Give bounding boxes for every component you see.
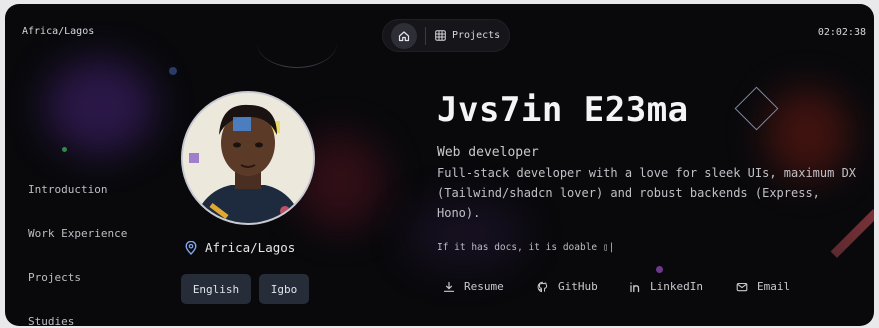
email-link[interactable]: Email [736, 280, 806, 293]
profile-location: Africa/Lagos [185, 240, 295, 255]
avatar [181, 91, 315, 225]
hero-name: Jvs7in E23ma [437, 90, 689, 130]
linkedin-label: LinkedIn [650, 280, 703, 293]
home-button[interactable] [391, 22, 417, 49]
language-chip-igbo: Igbo [259, 274, 309, 304]
resume-link[interactable]: Resume [443, 280, 537, 293]
language-chip-english: English [181, 274, 251, 304]
sidebar-item-work-experience[interactable]: Work Experience [28, 227, 127, 240]
linkedin-icon [629, 281, 641, 293]
github-label: GitHub [558, 280, 598, 293]
background-glow [45, 59, 155, 154]
hero-tagline: If it has docs, it is doable ▯| [437, 242, 615, 253]
top-nav: Projects [382, 19, 510, 52]
hero-role: Web developer [437, 145, 539, 160]
social-links: Resume GitHub LinkedIn Email [443, 280, 806, 293]
portfolio-page: Africa/Lagos Projects 02:02:38 Introduct… [5, 4, 874, 326]
download-icon [443, 281, 455, 293]
github-link[interactable]: GitHub [537, 280, 629, 293]
home-icon [398, 30, 410, 42]
decorative-dot [656, 266, 663, 273]
mail-icon [736, 281, 748, 293]
sidebar-item-studies[interactable]: Studies [28, 315, 74, 326]
email-label: Email [757, 280, 791, 293]
decorative-arc [257, 18, 337, 68]
profile-location-label: Africa/Lagos [205, 240, 296, 255]
linkedin-link[interactable]: LinkedIn [629, 280, 736, 293]
github-icon [537, 281, 549, 293]
decorative-dot [62, 147, 67, 152]
resume-label: Resume [464, 280, 504, 293]
nav-divider [425, 26, 426, 45]
decorative-dot [169, 67, 177, 75]
hero-bio: Full-stack developer with a love for sle… [437, 166, 857, 220]
sidebar-item-introduction[interactable]: Introduction [28, 183, 107, 196]
nav-projects-label: Projects [452, 30, 501, 41]
nav-projects-link[interactable]: Projects [435, 30, 500, 41]
header-location: Africa/Lagos [22, 26, 95, 37]
grid-icon [435, 30, 446, 41]
header-clock: 02:02:38 [817, 27, 866, 38]
sidebar-item-projects[interactable]: Projects [28, 271, 81, 284]
map-pin-icon [185, 240, 197, 255]
decorative-diamond [734, 86, 779, 131]
